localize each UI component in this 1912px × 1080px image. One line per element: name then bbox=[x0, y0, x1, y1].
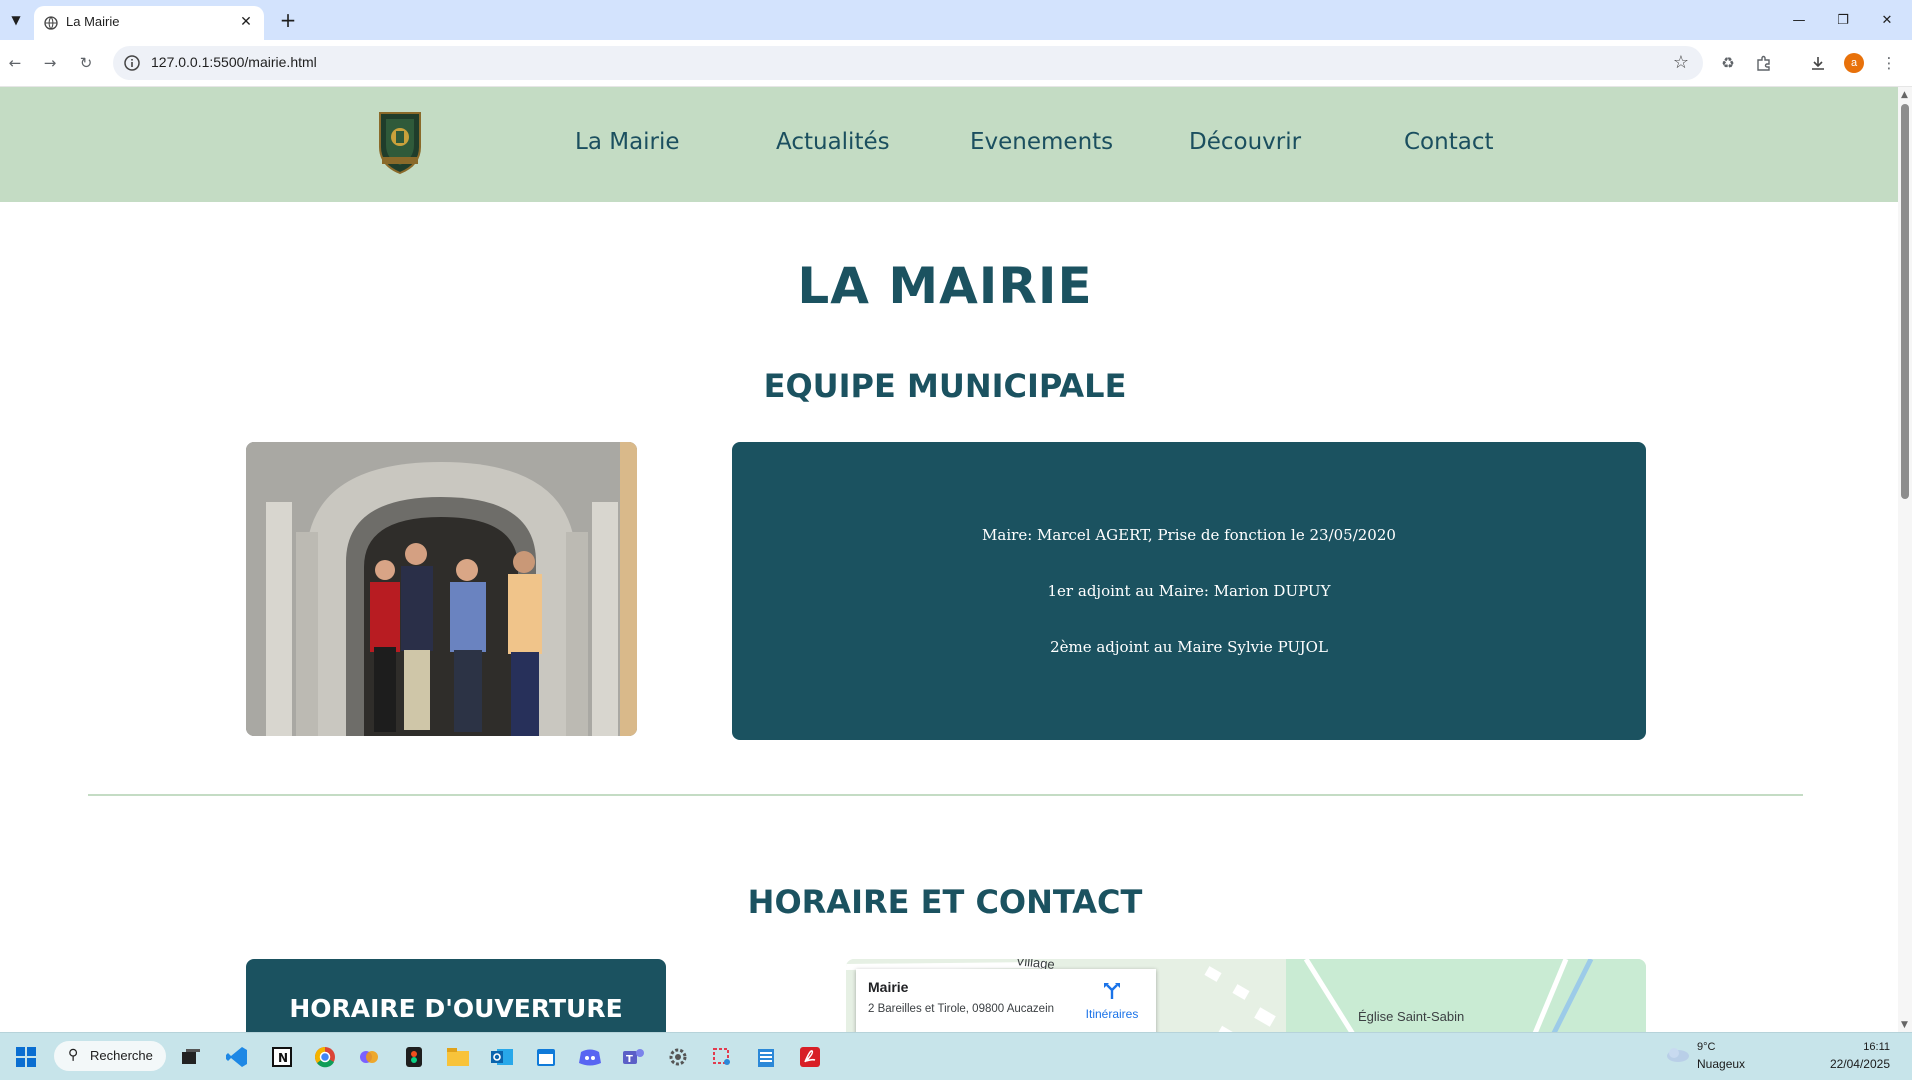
address-bar[interactable]: 127.0.0.1:5500/mairie.html ☆ bbox=[113, 46, 1703, 80]
download-icon[interactable] bbox=[1805, 50, 1831, 76]
new-tab-plus-icon[interactable]: + bbox=[276, 8, 300, 32]
weather-cloud-icon[interactable] bbox=[1664, 1045, 1690, 1063]
search-icon: ⚲ bbox=[68, 1047, 79, 1063]
browser-toolbar: ← → ↻ 127.0.0.1:5500/mairie.html ☆ ♻ ⋮ bbox=[0, 40, 1912, 87]
copilot-icon[interactable] bbox=[355, 1043, 383, 1071]
acrobat-reader-icon[interactable] bbox=[796, 1043, 824, 1071]
recycle-extension-icon[interactable]: ♻ bbox=[1715, 50, 1741, 76]
nav-link-contact[interactable]: Contact bbox=[1404, 129, 1493, 155]
calendar-app-icon[interactable] bbox=[532, 1043, 560, 1071]
clock-date[interactable]: 22/04/2025 bbox=[1780, 1057, 1890, 1071]
settings-gear-icon[interactable] bbox=[664, 1043, 692, 1071]
scroll-down-arrow-icon[interactable]: ▼ bbox=[1901, 1020, 1908, 1030]
minimize-icon[interactable]: — bbox=[1776, 6, 1822, 34]
scroll-up-arrow-icon[interactable]: ▲ bbox=[1901, 90, 1908, 100]
opening-hours-title: HORAIRE D'OUVERTURE bbox=[289, 994, 623, 1023]
map-label-church: Église Saint-Sabin bbox=[1358, 1009, 1465, 1024]
section-title-team: EQUIPE MUNICIPALE bbox=[763, 367, 1127, 405]
tab-title: La Mairie bbox=[66, 14, 120, 29]
restore-icon[interactable]: ❐ bbox=[1820, 6, 1866, 34]
section-title-hours: HORAIRE ET CONTACT bbox=[747, 883, 1143, 921]
discord-icon[interactable] bbox=[576, 1043, 604, 1071]
url-text: 127.0.0.1:5500/mairie.html bbox=[151, 54, 317, 70]
page-viewport: La Mairie Actualités Evenements Découvri… bbox=[0, 87, 1898, 1032]
profile-avatar[interactable]: a bbox=[1844, 53, 1864, 73]
window-close-icon[interactable]: ✕ bbox=[1864, 6, 1910, 34]
figma-icon[interactable] bbox=[400, 1043, 428, 1071]
weather-temperature: 9°C bbox=[1697, 1041, 1716, 1053]
forward-arrow-icon[interactable]: → bbox=[37, 50, 63, 76]
taskbar-search-label: Recherche bbox=[90, 1048, 153, 1063]
snipping-tool-icon[interactable] bbox=[708, 1043, 736, 1071]
reload-icon[interactable]: ↻ bbox=[73, 50, 99, 76]
map-place-address: 2 Bareilles et Tirole, 09800 Aucazein bbox=[868, 1003, 1055, 1015]
clock-time[interactable]: 16:11 bbox=[1780, 1041, 1890, 1053]
nav-link-evenements[interactable]: Evenements bbox=[970, 129, 1113, 155]
village-crest-logo[interactable] bbox=[376, 107, 424, 175]
chrome-icon[interactable] bbox=[311, 1043, 339, 1071]
team-photo bbox=[246, 442, 637, 736]
site-info-icon[interactable] bbox=[123, 54, 141, 72]
map-directions-label: Itinéraires bbox=[1085, 1007, 1139, 1021]
nav-link-actualites[interactable]: Actualités bbox=[776, 129, 890, 155]
notepad-icon[interactable] bbox=[752, 1043, 780, 1071]
file-explorer-icon[interactable] bbox=[444, 1043, 472, 1071]
windows-taskbar: ⚲ Recherche N T 9°C Nuageux 16:11 22/04/… bbox=[0, 1032, 1912, 1080]
municipal-team-card: Maire: Marcel AGERT, Prise de fonction l… bbox=[732, 442, 1646, 740]
outlook-icon[interactable] bbox=[488, 1043, 516, 1071]
scrollbar-thumb[interactable] bbox=[1901, 104, 1909, 499]
notion-icon[interactable]: N bbox=[268, 1043, 296, 1071]
team-line-maire: Maire: Marcel AGERT, Prise de fonction l… bbox=[982, 526, 1396, 544]
nav-link-la-mairie[interactable]: La Mairie bbox=[575, 129, 680, 155]
opening-hours-card: HORAIRE D'OUVERTURE bbox=[246, 959, 666, 1032]
weather-description: Nuageux bbox=[1697, 1057, 1746, 1071]
browser-tab[interactable]: La Mairie ✕ bbox=[34, 6, 264, 40]
back-arrow-icon[interactable]: ← bbox=[2, 50, 28, 76]
windows-start-icon[interactable] bbox=[12, 1043, 40, 1071]
map-place-card: Mairie 2 Bareilles et Tirole, 09800 Auca… bbox=[856, 969, 1156, 1032]
nav-link-decouvrir[interactable]: Découvrir bbox=[1189, 129, 1301, 155]
menu-kebab-icon[interactable]: ⋮ bbox=[1876, 50, 1902, 76]
map-directions-button[interactable]: Itinéraires bbox=[1078, 981, 1146, 1021]
extensions-puzzle-icon[interactable] bbox=[1751, 50, 1777, 76]
svg-text:N: N bbox=[278, 1051, 288, 1065]
task-view-icon[interactable] bbox=[177, 1043, 205, 1071]
page-title: LA MAIRIE bbox=[797, 257, 1093, 315]
globe-icon bbox=[44, 16, 58, 30]
tab-close-icon[interactable]: ✕ bbox=[236, 12, 256, 32]
map-place-name: Mairie bbox=[868, 979, 909, 995]
section-divider bbox=[88, 794, 1803, 796]
tab-search-chevron-icon[interactable]: ▼ bbox=[4, 8, 28, 32]
bookmark-star-icon[interactable]: ☆ bbox=[1673, 52, 1689, 73]
site-navbar: La Mairie Actualités Evenements Découvri… bbox=[0, 87, 1898, 202]
teams-icon[interactable]: T bbox=[620, 1043, 648, 1071]
browser-tab-bar: ▼ La Mairie ✕ + — ❐ ✕ bbox=[0, 0, 1912, 40]
svg-text:T: T bbox=[626, 1054, 633, 1065]
taskbar-search-box[interactable]: ⚲ Recherche bbox=[54, 1041, 166, 1071]
team-line-2eme-adjoint: 2ème adjoint au Maire Sylvie PUJOL bbox=[1050, 638, 1328, 656]
vscode-icon[interactable] bbox=[223, 1043, 251, 1071]
embedded-map[interactable]: Village Église Saint-Sabin Mairie 2 Bare… bbox=[846, 959, 1646, 1032]
directions-icon bbox=[1104, 983, 1120, 999]
team-line-1er-adjoint: 1er adjoint au Maire: Marion DUPUY bbox=[1047, 582, 1331, 600]
